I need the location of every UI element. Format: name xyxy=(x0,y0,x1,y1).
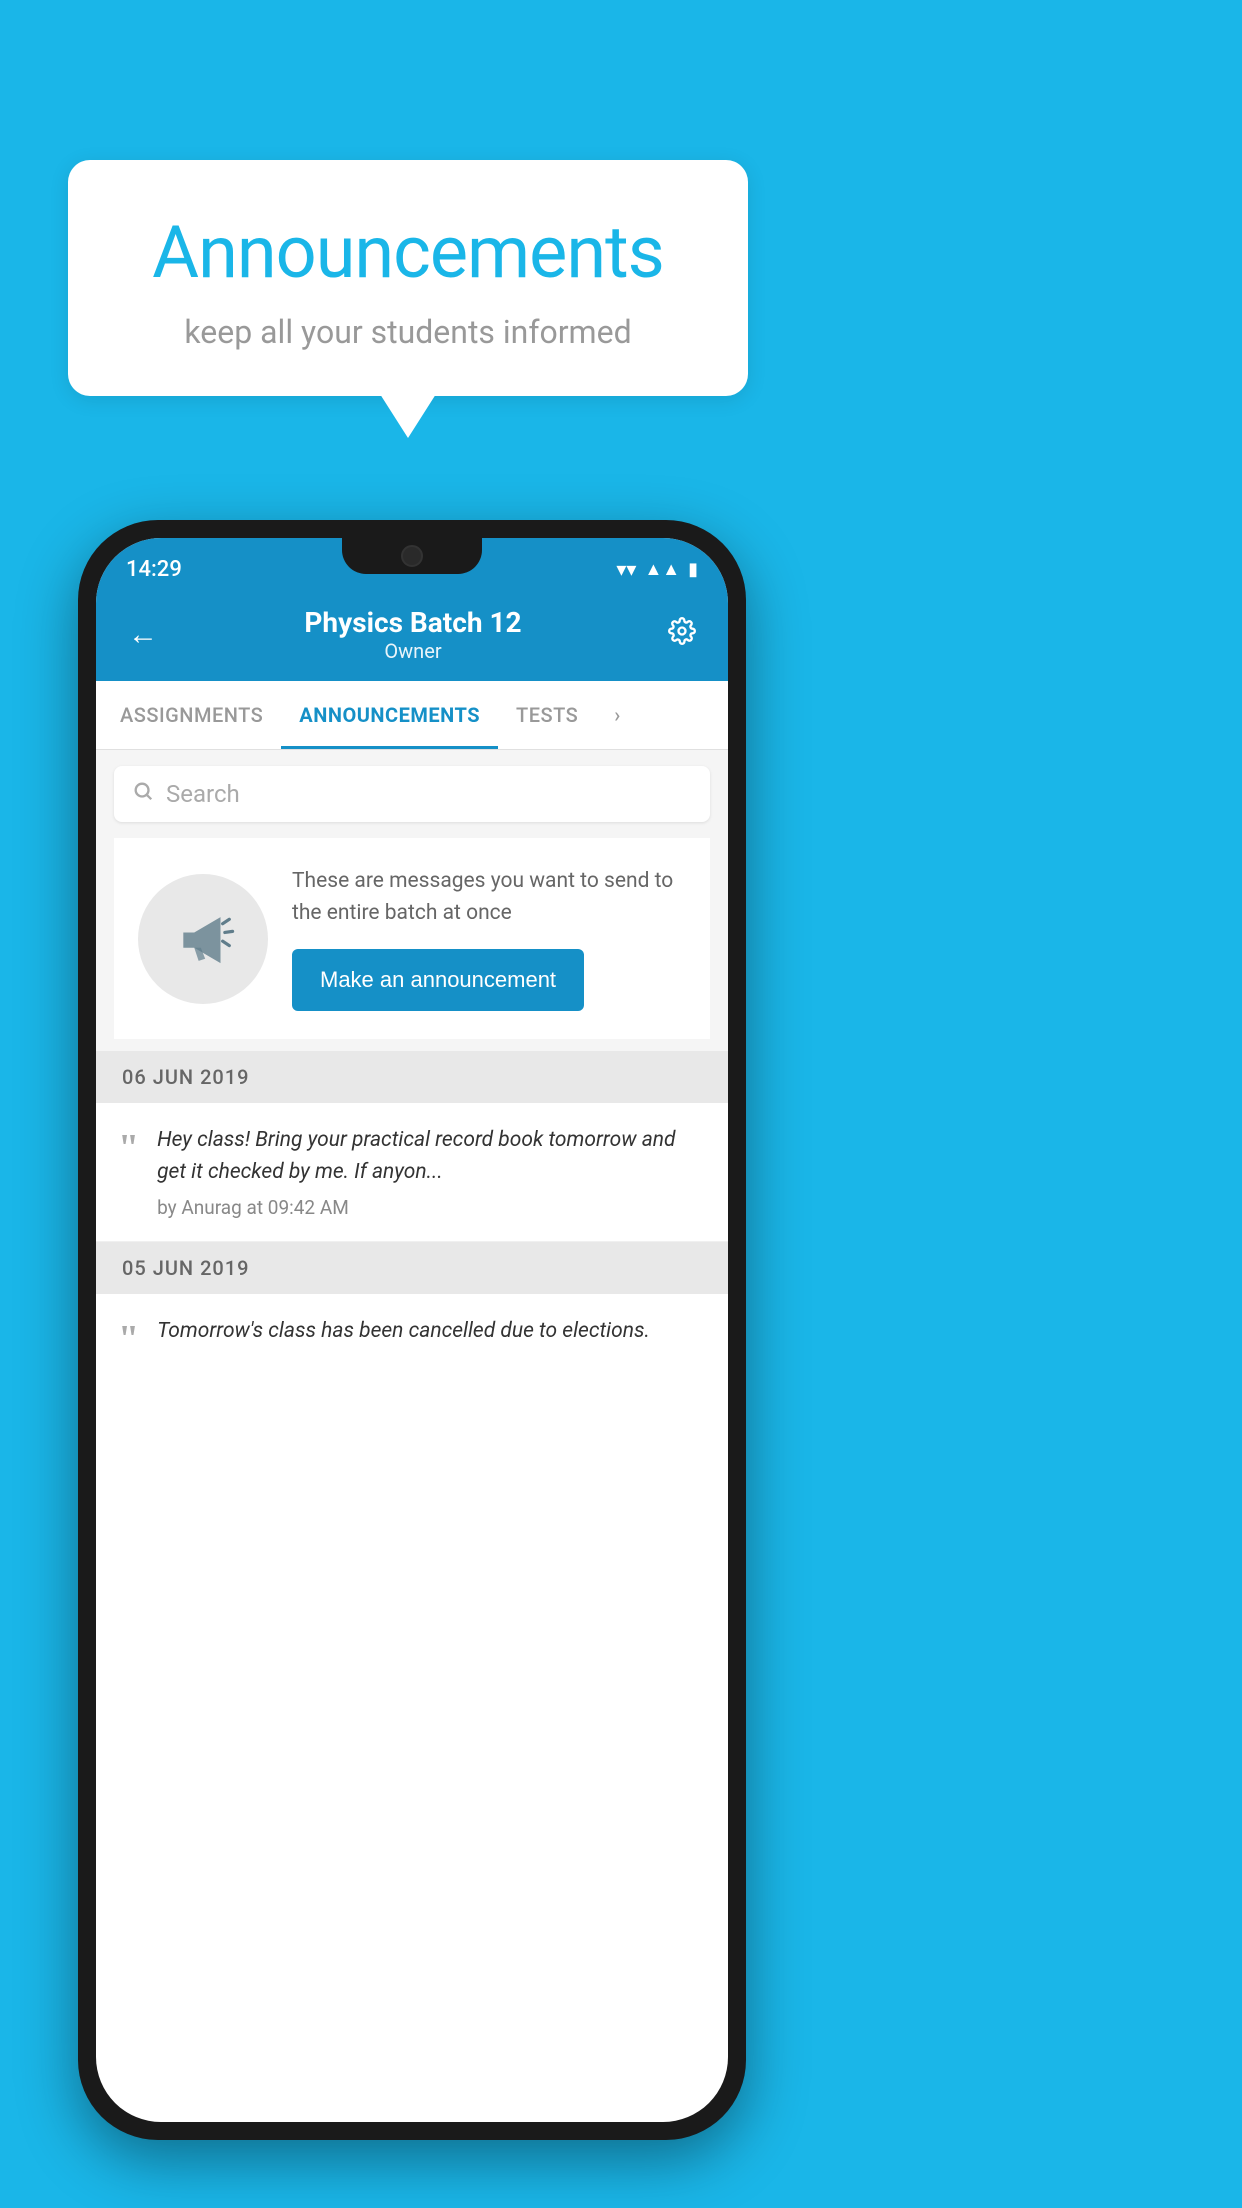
quote-icon-1: " xyxy=(118,1125,139,1167)
tabs-bar: ASSIGNMENTS ANNOUNCEMENTS TESTS › xyxy=(96,681,728,750)
announcement-item-1[interactable]: " Hey class! Bring your practical record… xyxy=(96,1103,728,1242)
quote-icon-2: " xyxy=(118,1316,139,1358)
tab-assignments[interactable]: ASSIGNMENTS xyxy=(102,681,281,749)
tab-more[interactable]: › xyxy=(596,681,639,749)
tab-tests[interactable]: TESTS xyxy=(498,681,596,749)
status-time: 14:29 xyxy=(126,557,182,582)
announcement-item-2[interactable]: " Tomorrow's class has been cancelled du… xyxy=(96,1294,728,1380)
speech-bubble: Announcements keep all your students inf… xyxy=(68,160,748,396)
phone-camera xyxy=(401,545,423,567)
battery-icon: ▮ xyxy=(688,559,698,580)
search-icon xyxy=(132,780,154,808)
announcement-content-2: Tomorrow's class has been cancelled due … xyxy=(157,1316,706,1356)
search-bar[interactable]: Search xyxy=(114,766,710,822)
status-icons: ▾▾ ▲▲ ▮ xyxy=(616,557,698,581)
prompt-description: These are messages you want to send to t… xyxy=(292,866,686,929)
header-subtitle: Owner xyxy=(166,639,660,663)
speech-bubble-container: Announcements keep all your students inf… xyxy=(68,160,748,396)
prompt-right: These are messages you want to send to t… xyxy=(292,866,686,1011)
phone-notch xyxy=(342,538,482,574)
wifi-icon: ▾▾ xyxy=(616,557,636,581)
date-separator-1: 06 JUN 2019 xyxy=(96,1051,728,1103)
announcement-text-1: Hey class! Bring your practical record b… xyxy=(157,1125,706,1188)
tab-announcements[interactable]: ANNOUNCEMENTS xyxy=(281,681,498,749)
announcement-meta-1: by Anurag at 09:42 AM xyxy=(157,1196,706,1219)
phone-screen: 14:29 ▾▾ ▲▲ ▮ ← Physics Batch 12 Owner xyxy=(96,538,728,2122)
header-title: Physics Batch 12 xyxy=(166,606,660,639)
signal-icon: ▲▲ xyxy=(644,559,680,580)
megaphone-icon xyxy=(168,904,238,974)
megaphone-circle xyxy=(138,874,268,1004)
content-area: Search These are messages xyxy=(96,750,728,1380)
make-announcement-button[interactable]: Make an announcement xyxy=(292,949,584,1011)
announcement-prompt: These are messages you want to send to t… xyxy=(114,838,710,1039)
back-button[interactable]: ← xyxy=(120,613,166,656)
header-center: Physics Batch 12 Owner xyxy=(166,606,660,663)
search-placeholder: Search xyxy=(166,780,240,808)
speech-bubble-title: Announcements xyxy=(128,210,688,295)
announcement-text-2: Tomorrow's class has been cancelled due … xyxy=(157,1316,706,1348)
app-header: ← Physics Batch 12 Owner xyxy=(96,590,728,681)
settings-button[interactable] xyxy=(660,613,704,656)
date-separator-2: 05 JUN 2019 xyxy=(96,1242,728,1294)
speech-bubble-subtitle: keep all your students informed xyxy=(128,313,688,351)
announcement-content-1: Hey class! Bring your practical record b… xyxy=(157,1125,706,1219)
phone-outer: 14:29 ▾▾ ▲▲ ▮ ← Physics Batch 12 Owner xyxy=(78,520,746,2140)
phone-mockup: 14:29 ▾▾ ▲▲ ▮ ← Physics Batch 12 Owner xyxy=(78,520,746,2140)
